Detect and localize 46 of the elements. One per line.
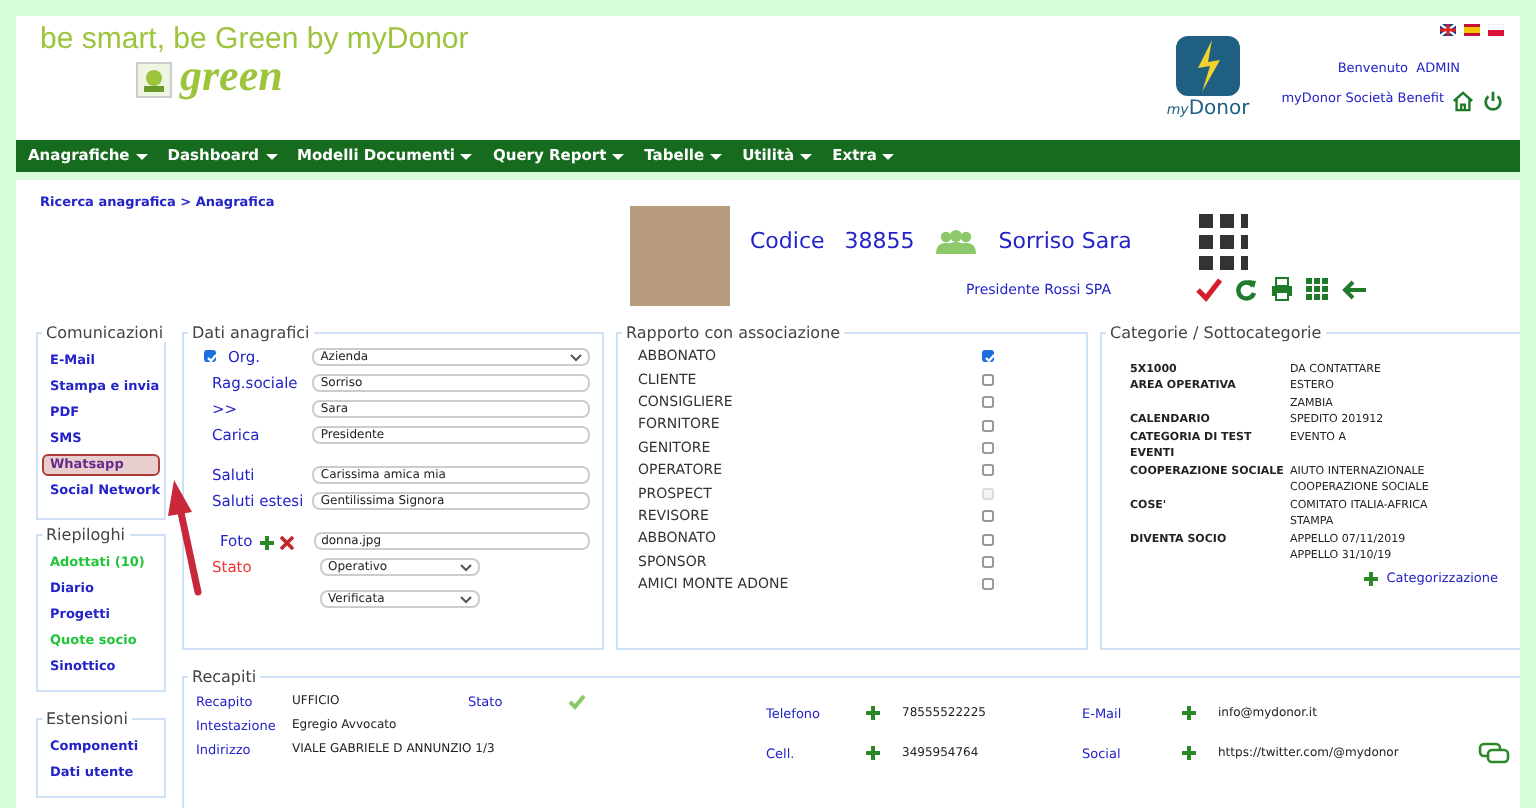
sidebar-heading: Estensioni — [44, 711, 130, 728]
plus-icon[interactable] — [1364, 572, 1379, 587]
mydonor-logo-icon — [1172, 32, 1245, 100]
logo-tagline: be smart, be Green by myDonor — [40, 24, 469, 54]
chat-icon[interactable] — [1478, 742, 1510, 765]
checkbox[interactable] — [982, 578, 994, 591]
plus-icon[interactable] — [866, 706, 880, 721]
power-icon[interactable] — [1482, 89, 1504, 112]
checkbox[interactable] — [982, 510, 994, 523]
panel-heading: Rapporto con associazione — [624, 325, 843, 342]
checkbox[interactable] — [982, 419, 994, 432]
printer-icon[interactable] — [1269, 276, 1293, 303]
checkbox[interactable] — [982, 464, 994, 477]
checkbox[interactable] — [982, 533, 994, 546]
panel-heading: Recapiti — [190, 669, 259, 686]
delete-icon[interactable] — [280, 535, 295, 550]
refresh-icon[interactable] — [1233, 277, 1257, 302]
panel-heading: Dati anagrafici — [190, 325, 312, 342]
home-icon[interactable] — [1452, 89, 1474, 112]
people-icon — [934, 229, 979, 254]
code-label: Codice — [750, 225, 825, 257]
checkbox[interactable] — [982, 555, 994, 568]
checkbox[interactable] — [204, 350, 216, 363]
checkbox[interactable] — [982, 350, 994, 363]
chevron-down-icon — [460, 563, 472, 572]
plus-icon[interactable] — [260, 535, 275, 550]
panel-heading: Categorie / Sottocategorie — [1108, 325, 1324, 342]
chevron-down-icon — [460, 595, 472, 604]
flag-icon[interactable] — [1440, 24, 1456, 36]
sidebar-heading: Comunicazioni — [44, 325, 166, 342]
plus-icon[interactable] — [1182, 706, 1196, 721]
sidebar-heading: Riepiloghi — [44, 527, 127, 544]
checkmark-icon[interactable] — [1195, 277, 1221, 302]
checkbox[interactable] — [982, 442, 994, 454]
photo-placeholder — [630, 205, 730, 306]
chevron-down-icon — [570, 353, 582, 362]
checkbox[interactable] — [982, 373, 994, 386]
checkbox[interactable] — [982, 396, 994, 409]
back-arrow-icon[interactable] — [1341, 279, 1367, 300]
annotation-arrow — [168, 480, 204, 596]
contact-name: Sorriso Sara — [998, 225, 1132, 257]
grid-icon[interactable] — [1305, 277, 1329, 302]
logo-wordmark: green — [180, 54, 283, 98]
plus-icon[interactable] — [1182, 746, 1196, 761]
code-value: 38855 — [844, 225, 915, 257]
plus-icon[interactable] — [866, 746, 880, 761]
